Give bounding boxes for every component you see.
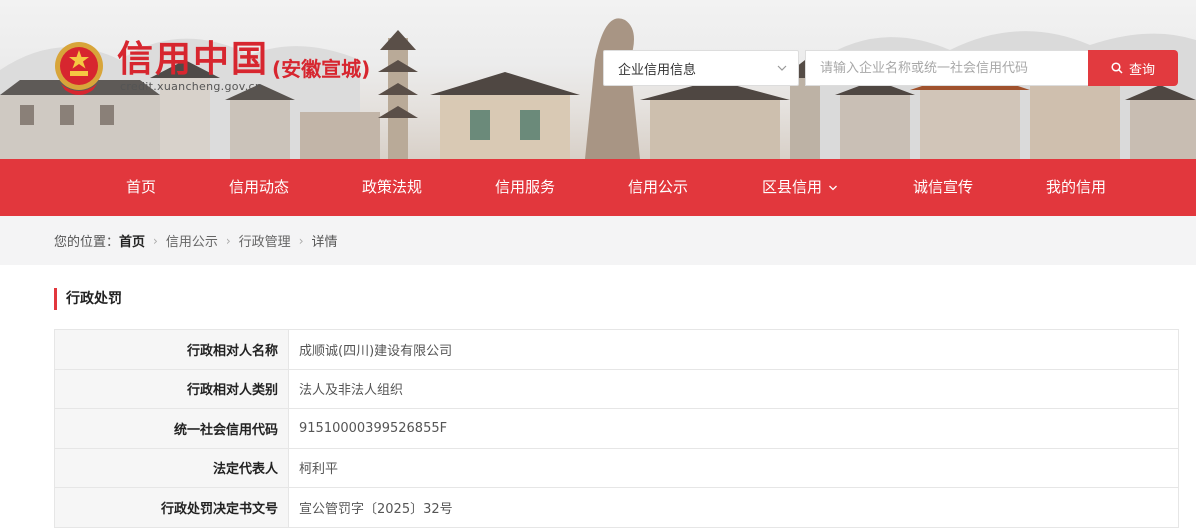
header-banner: 信用中国 (安徽宣城) credit.xuancheng.gov.cn 企业信用… xyxy=(0,0,1196,159)
nav-item-credit-news[interactable]: 信用动态 xyxy=(229,159,289,216)
nav-item-policies[interactable]: 政策法规 xyxy=(362,159,422,216)
field-value: 柯利平 xyxy=(288,447,1179,488)
search-icon xyxy=(1111,62,1123,74)
nav-item-my-credit[interactable]: 我的信用 xyxy=(1046,159,1106,216)
breadcrumb-bar: 您的位置： 首页 › 信用公示 › 行政管理 › 详情 xyxy=(0,216,1196,265)
nav-item-home[interactable]: 首页 xyxy=(126,159,156,216)
nav-item-county-credit-label: 区县信用 xyxy=(762,178,823,196)
chevron-down-icon xyxy=(829,185,837,190)
breadcrumb-admin-management[interactable]: 行政管理 xyxy=(239,231,291,250)
field-label: 行政相对人类别 xyxy=(54,368,289,409)
chevron-right-icon: › xyxy=(225,233,231,248)
site-title[interactable]: 信用中国 xyxy=(117,38,269,82)
breadcrumb-current: 详情 xyxy=(311,235,338,250)
field-value: 成顺诚(四川)建设有限公司 xyxy=(288,329,1179,370)
breadcrumb: 您的位置： 首页 › 信用公示 › 行政管理 › 详情 xyxy=(54,216,338,265)
breadcrumb-home[interactable]: 首页 xyxy=(119,231,145,250)
table-row: 行政相对人名称 成顺诚(四川)建设有限公司 xyxy=(54,329,1179,370)
field-label: 行政处罚决定书文号 xyxy=(54,487,289,528)
table-row: 法定代表人 柯利平 xyxy=(54,447,1179,488)
national-emblem-icon xyxy=(53,40,105,96)
chevron-down-icon xyxy=(777,65,787,71)
breadcrumb-credit-disclosure[interactable]: 信用公示 xyxy=(166,231,218,250)
chevron-right-icon: › xyxy=(298,233,304,248)
field-label: 统一社会信用代码 xyxy=(54,408,289,449)
table-row: 统一社会信用代码 91510000399526855F xyxy=(54,408,1179,449)
search-button[interactable]: 查询 xyxy=(1088,50,1178,86)
penalty-detail-table: 行政相对人名称 成顺诚(四川)建设有限公司 行政相对人类别 法人及非法人组织 统… xyxy=(54,329,1179,528)
field-label: 行政相对人名称 xyxy=(54,329,289,370)
nav-item-credit-services[interactable]: 信用服务 xyxy=(495,159,555,216)
site-domain: credit.xuancheng.gov.cn xyxy=(120,80,263,93)
search-category-value: 企业信用信息 xyxy=(618,62,697,78)
nav-item-integrity-promotion[interactable]: 诚信宣传 xyxy=(913,159,973,216)
section-title: 行政处罚 xyxy=(54,288,122,310)
breadcrumb-prefix: 您的位置： xyxy=(54,235,120,250)
main-nav: 首页 信用动态 政策法规 信用服务 信用公示 区县信用 诚信宣传 我的信用 xyxy=(0,159,1196,216)
table-row: 行政处罚决定书文号 宣公管罚字〔2025〕32号 xyxy=(54,487,1179,528)
nav-item-credit-disclosure[interactable]: 信用公示 xyxy=(628,159,688,216)
table-row: 行政相对人类别 法人及非法人组织 xyxy=(54,368,1179,409)
search-category-select[interactable]: 企业信用信息 xyxy=(603,50,799,86)
field-label: 法定代表人 xyxy=(54,447,289,488)
field-value: 91510000399526855F xyxy=(288,408,1179,449)
field-value: 宣公管罚字〔2025〕32号 xyxy=(288,487,1179,528)
search-button-label: 查询 xyxy=(1128,62,1155,78)
nav-item-county-credit[interactable]: 区县信用 xyxy=(762,159,838,216)
chevron-right-icon: › xyxy=(153,233,158,248)
site-region: (安徽宣城) xyxy=(272,57,371,81)
field-value: 法人及非法人组织 xyxy=(288,368,1179,409)
search-input[interactable] xyxy=(805,50,1088,86)
